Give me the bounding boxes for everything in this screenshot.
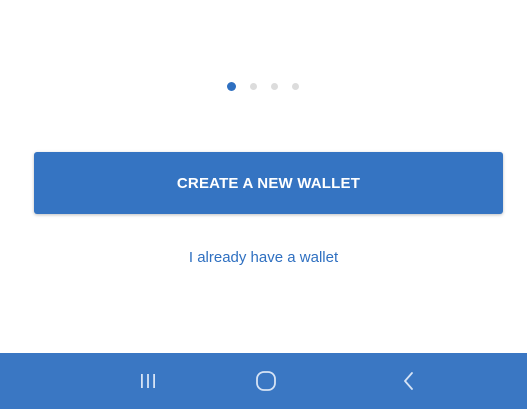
back-icon [404, 372, 413, 390]
home-icon [256, 371, 276, 391]
page-dot [271, 82, 278, 90]
page-dot-active [227, 81, 236, 91]
page-indicator [227, 81, 299, 91]
system-navigation-bar [0, 353, 527, 409]
create-wallet-button[interactable]: CREATE A NEW WALLET [34, 152, 503, 214]
existing-wallet-link[interactable]: I already have a wallet [0, 249, 527, 266]
recent-apps-icon [141, 374, 155, 388]
back-button[interactable] [379, 353, 439, 409]
page-dot [250, 82, 257, 90]
recent-apps-button[interactable] [118, 353, 178, 409]
page-dot [292, 82, 299, 90]
home-button[interactable] [236, 353, 296, 409]
